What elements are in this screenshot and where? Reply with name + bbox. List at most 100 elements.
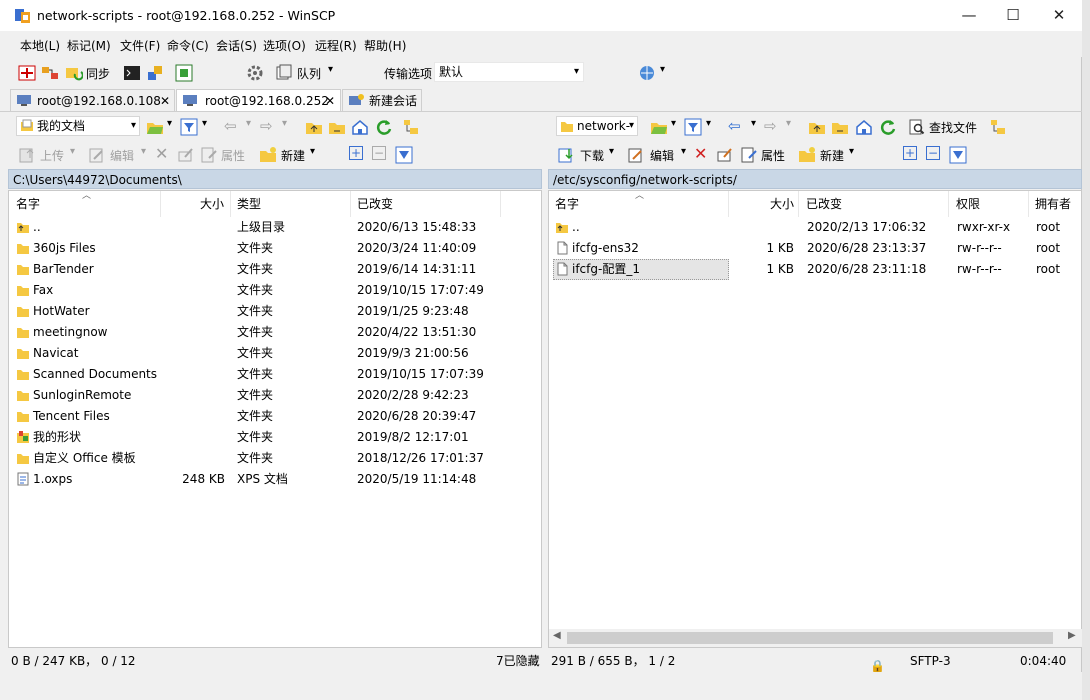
file-row[interactable]: meetingnow 文件夹 2020/4/22 13:51:30 <box>9 322 542 343</box>
menu-session[interactable]: 会话(S) <box>216 37 257 54</box>
right-path-bar[interactable]: /etc/sysconfig/network-scripts/ <box>548 169 1082 189</box>
open-folder-icon[interactable] <box>650 118 668 136</box>
preferences-gear-icon[interactable] <box>246 64 264 82</box>
new-label[interactable]: 新建 <box>820 147 844 164</box>
filter-dropdown-icon[interactable]: ▾ <box>202 118 207 129</box>
back-dropdown-icon[interactable]: ▾ <box>246 118 251 129</box>
unselect-files-minus-icon[interactable]: − <box>372 146 386 160</box>
upload-icon[interactable] <box>18 146 36 164</box>
open-folder-dropdown-icon[interactable]: ▾ <box>671 118 676 129</box>
refresh-icon[interactable] <box>375 118 393 136</box>
download-label[interactable]: 下载 <box>580 147 604 164</box>
left-path-bar[interactable]: C:\Users\44972\Documents\ <box>8 169 542 189</box>
scroll-right-icon[interactable]: ▶ <box>1068 630 1076 641</box>
maximize-button[interactable]: ☐ <box>990 0 1036 31</box>
right-location-select[interactable]: network- ▾ <box>556 116 638 136</box>
properties-icon[interactable] <box>740 146 758 164</box>
menu-remote[interactable]: 远程(R) <box>315 37 357 54</box>
properties-icon[interactable] <box>200 146 218 164</box>
edit-icon[interactable] <box>88 146 106 164</box>
find-files-icon[interactable] <box>908 118 926 136</box>
delete-icon[interactable]: ✕ <box>155 144 168 163</box>
filter-select-icon[interactable] <box>949 146 967 164</box>
edit-icon[interactable] <box>627 146 645 164</box>
tree-view-icon[interactable] <box>989 118 1007 136</box>
back-arrow-icon[interactable]: ⇦ <box>224 117 237 135</box>
forward-dropdown-icon[interactable]: ▾ <box>786 118 791 129</box>
back-dropdown-icon[interactable]: ▾ <box>751 118 756 129</box>
menu-help[interactable]: 帮助(H) <box>364 37 406 54</box>
menu-mark[interactable]: 标记(M) <box>67 37 111 54</box>
column-size[interactable]: 大小 <box>729 191 799 217</box>
console-icon[interactable] <box>123 64 141 82</box>
download-icon[interactable] <box>557 146 575 164</box>
tab-new-session[interactable]: 新建会话 <box>342 89 422 111</box>
filter-icon[interactable] <box>684 118 702 136</box>
properties-label[interactable]: 属性 <box>221 147 245 164</box>
properties-label[interactable]: 属性 <box>761 147 785 164</box>
tab-session-108[interactable]: root@192.168.0.108 ✕ <box>10 89 175 111</box>
file-row[interactable]: .. 2020/2/13 17:06:32 rwxr-xr-x root <box>549 217 1082 238</box>
scrollbar-thumb[interactable] <box>567 632 1053 644</box>
synchronize-browse-icon[interactable] <box>41 64 59 82</box>
select-files-plus-icon[interactable]: + <box>349 146 363 160</box>
left-file-list[interactable]: 名字 ︿ 大小 类型 已改变 .. 上级目录 2020/6/13 15:48:33 3… <box>8 190 542 648</box>
delete-icon[interactable]: ✕ <box>694 144 707 163</box>
parent-directory-icon[interactable] <box>808 118 826 136</box>
menu-options[interactable]: 选项(O) <box>263 37 306 54</box>
file-row[interactable]: .. 上级目录 2020/6/13 15:48:33 <box>9 217 542 238</box>
edit-label[interactable]: 编辑 <box>650 147 674 164</box>
tab-session-252[interactable]: root@192.168.0.252 ✕ <box>176 89 341 112</box>
file-row[interactable]: Navicat 文件夹 2019/9/3 21:00:56 <box>9 343 542 364</box>
download-dropdown-icon[interactable]: ▾ <box>609 146 614 157</box>
file-row[interactable]: SunloginRemote 文件夹 2020/2/28 9:42:23 <box>9 385 542 406</box>
queue-dropdown-arrow-icon[interactable]: ▾ <box>328 64 333 75</box>
refresh-icon[interactable] <box>879 118 897 136</box>
file-row[interactable]: HotWater 文件夹 2019/1/25 9:23:48 <box>9 301 542 322</box>
sync-label[interactable]: 同步 <box>86 65 110 82</box>
globe-icon[interactable] <box>638 64 656 82</box>
new-label[interactable]: 新建 <box>281 147 305 164</box>
home-icon[interactable] <box>351 118 369 136</box>
queue-icon[interactable] <box>275 64 293 82</box>
column-size[interactable]: 大小 <box>161 191 231 217</box>
filter-select-icon[interactable] <box>395 146 413 164</box>
column-changed[interactable]: 已改变 <box>351 191 501 217</box>
column-type[interactable]: 类型 <box>231 191 351 217</box>
file-row[interactable]: BarTender 文件夹 2019/6/14 14:31:11 <box>9 259 542 280</box>
filter-dropdown-icon[interactable]: ▾ <box>706 118 711 129</box>
file-row[interactable]: 我的形状 文件夹 2019/8/2 12:17:01 <box>9 427 542 448</box>
file-row[interactable]: ifcfg-配置_1 1 KB 2020/6/28 23:11:18 rw-r--r-… <box>549 259 1082 280</box>
column-rights[interactable]: 权限 <box>949 191 1029 217</box>
new-folder-icon[interactable] <box>798 146 816 164</box>
upload-dropdown-icon[interactable]: ▾ <box>70 146 75 157</box>
file-row[interactable]: Tencent Files 文件夹 2020/6/28 20:39:47 <box>9 406 542 427</box>
synchronize-icon[interactable] <box>65 64 83 82</box>
open-folder-dropdown-icon[interactable]: ▾ <box>167 118 172 129</box>
new-dropdown-icon[interactable]: ▾ <box>310 146 315 157</box>
close-button[interactable]: ✕ <box>1036 0 1082 31</box>
horizontal-scrollbar[interactable]: ◀ ▶ <box>549 629 1082 647</box>
file-row[interactable]: Scanned Documents 文件夹 2019/10/15 17:07:39 <box>9 364 542 385</box>
rename-icon[interactable] <box>177 146 195 164</box>
root-directory-icon[interactable] <box>328 118 346 136</box>
forward-arrow-icon[interactable]: ⇨ <box>764 117 777 135</box>
close-tab-icon[interactable]: ✕ <box>325 91 335 111</box>
minimize-button[interactable]: — <box>946 0 992 31</box>
menu-commands[interactable]: 命令(C) <box>167 37 209 54</box>
edit-dropdown-icon[interactable]: ▾ <box>141 146 146 157</box>
menu-local[interactable]: 本地(L) <box>20 37 60 54</box>
globe-dropdown-arrow-icon[interactable]: ▾ <box>660 64 665 75</box>
edit-label[interactable]: 编辑 <box>110 147 134 164</box>
close-tab-icon[interactable]: ✕ <box>160 91 170 111</box>
rename-icon[interactable] <box>716 146 734 164</box>
tree-view-icon[interactable] <box>402 118 420 136</box>
root-directory-icon[interactable] <box>831 118 849 136</box>
select-files-plus-icon[interactable]: + <box>903 146 917 160</box>
upload-label[interactable]: 上传 <box>40 147 64 164</box>
file-row[interactable]: ifcfg-ens32 1 KB 2020/6/28 23:13:37 rw-r--r… <box>549 238 1082 259</box>
edit-dropdown-icon[interactable]: ▾ <box>681 146 686 157</box>
forward-arrow-icon[interactable]: ⇨ <box>260 117 273 135</box>
file-row[interactable]: Fax 文件夹 2019/10/15 17:07:49 <box>9 280 542 301</box>
new-window-icon[interactable] <box>175 64 193 82</box>
